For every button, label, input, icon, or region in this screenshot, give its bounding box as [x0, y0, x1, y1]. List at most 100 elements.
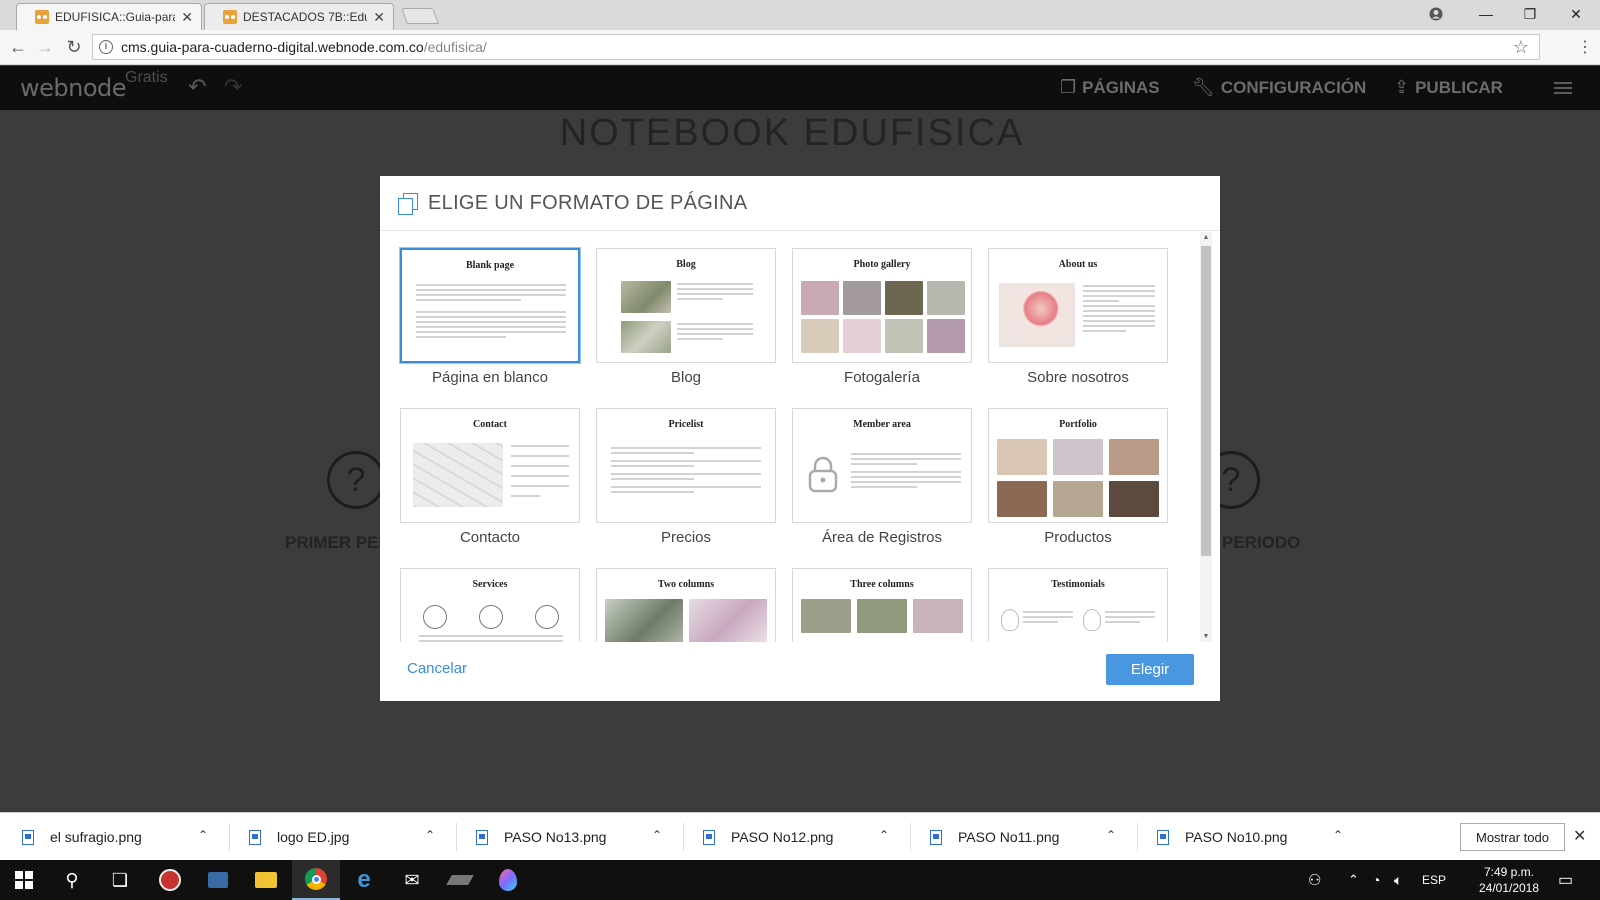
undo-icon[interactable]: ↶ [188, 74, 206, 100]
column-photo [801, 599, 851, 633]
people-icon[interactable]: ⚇ [1308, 860, 1321, 900]
format-preview: Contact [400, 408, 580, 523]
site-title[interactable]: NOTEBOOK EDUFISICA [0, 112, 1584, 155]
chevron-up-icon[interactable]: ⌃ [198, 828, 208, 842]
show-all-downloads-button[interactable]: Mostrar todo [1460, 823, 1565, 851]
close-icon[interactable]: ✕ [1573, 826, 1586, 846]
bookmark-star-icon[interactable]: ☆ [1513, 37, 1529, 58]
close-window-icon[interactable]: ✕ [1554, 0, 1598, 28]
download-item[interactable]: logo ED.jpg ⌃ [227, 813, 449, 861]
address-bar[interactable]: i cms.guia-para-cuaderno-digital.webnode… [92, 34, 1540, 60]
format-card-two-columns[interactable]: Two columns [596, 568, 776, 642]
internet-explorer-icon[interactable]: e [340, 860, 388, 900]
scroll-up-icon[interactable]: ▲ [1200, 234, 1212, 241]
format-list[interactable]: Blank page Página en blanco Blog Blog Ph… [380, 232, 1220, 642]
pages-menu-button[interactable]: ❐ PÁGINAS [1060, 77, 1160, 98]
clock-date: 24/01/2018 [1478, 881, 1540, 895]
chevron-up-icon[interactable]: ⌃ [1106, 828, 1116, 842]
app-device-icon[interactable] [436, 860, 484, 900]
download-item[interactable]: PASO No12.png ⌃ [681, 813, 903, 861]
format-preview: Services [400, 568, 580, 642]
scroll-down-icon[interactable]: ▼ [1200, 633, 1212, 640]
tab-edufisica[interactable]: EDUFISICA::Guia-para-cu ✕ [16, 3, 202, 30]
publish-menu-button[interactable]: ⇪ PUBLICAR [1394, 77, 1503, 98]
format-card-member[interactable]: Member area Área de Registros [792, 408, 972, 546]
chevron-up-icon[interactable]: ⌃ [1333, 828, 1343, 842]
settings-menu-button[interactable]: 🔧︎ CONFIGURACIÓN [1192, 77, 1366, 98]
notifications-icon[interactable]: ▭ [1558, 860, 1573, 900]
tab-destacados[interactable]: DESTACADOS 7B::Edufisi ✕ [204, 3, 394, 30]
volume-icon[interactable]: 🔈︎ [1394, 860, 1402, 900]
column-photo [913, 599, 963, 633]
gallery-photo [927, 281, 965, 315]
preview-title: Blank page [465, 260, 515, 271]
webnode-logo: webnode [20, 74, 127, 102]
start-button[interactable] [0, 860, 48, 900]
browser-menu-icon[interactable]: ⋮ [1573, 35, 1597, 59]
format-card-three-columns[interactable]: Three columns [792, 568, 972, 642]
format-card-blog[interactable]: Blog Blog [596, 248, 776, 386]
redo-icon[interactable]: ↷ [224, 74, 242, 100]
url-path: /edufisica/ [423, 39, 487, 55]
download-item[interactable]: PASO No13.png ⌃ [454, 813, 676, 861]
format-preview: About us [988, 248, 1168, 363]
dialog-scrollbar[interactable]: ▲ ▼ [1200, 232, 1212, 642]
about-photo [999, 283, 1075, 347]
new-tab-button[interactable] [401, 8, 439, 24]
forward-arrow-icon[interactable]: → [33, 35, 57, 59]
close-icon[interactable]: ✕ [181, 9, 193, 26]
download-item[interactable]: el sufragio.png ⌃ [0, 813, 222, 861]
second-period-label[interactable]: PERIODO [1222, 533, 1300, 553]
chevron-up-icon[interactable]: ⌃ [425, 828, 435, 842]
app-red-icon[interactable] [146, 860, 194, 900]
format-card-pricelist[interactable]: Pricelist Precios [596, 408, 776, 546]
text-lines [1023, 611, 1073, 626]
text-lines [416, 284, 566, 341]
hamburger-menu-icon[interactable] [1554, 82, 1572, 94]
format-card-gallery[interactable]: Photo gallery Fotogalería [792, 248, 972, 386]
format-card-testimonials[interactable]: Testimonials [988, 568, 1168, 642]
download-item[interactable]: PASO No11.png ⌃ [908, 813, 1130, 861]
chevron-up-icon[interactable]: ⌃ [1348, 860, 1359, 900]
language-indicator[interactable]: ESP [1422, 860, 1446, 900]
cancel-button[interactable]: Cancelar [407, 660, 467, 677]
scrollbar-thumb[interactable] [1201, 246, 1211, 556]
chrome-icon[interactable] [292, 860, 340, 900]
format-card-contact[interactable]: Contact Contacto [400, 408, 580, 546]
format-card-portfolio[interactable]: Portfolio Productos [988, 408, 1168, 546]
format-label: Área de Registros [821, 529, 943, 546]
site-info-icon[interactable]: i [99, 40, 113, 54]
download-item[interactable]: PASO No10.png ⌃ [1135, 813, 1357, 861]
clock-time: 7:49 p.m. [1483, 865, 1535, 879]
clock[interactable]: 7:49 p.m. 24/01/2018 [1474, 864, 1544, 896]
minimize-icon[interactable]: — [1464, 0, 1508, 28]
choose-button[interactable]: Elegir [1106, 654, 1194, 685]
back-arrow-icon[interactable]: ← [6, 35, 30, 59]
page-scrollbar[interactable] [1584, 110, 1600, 812]
format-card-about[interactable]: About us Sobre nosotros [988, 248, 1168, 386]
format-card-blank[interactable]: Blank page Página en blanco [400, 248, 580, 386]
chevron-up-icon[interactable]: ⌃ [652, 828, 662, 842]
reload-icon[interactable]: ↻ [62, 35, 86, 59]
download-shelf: el sufragio.png ⌃ logo ED.jpg ⌃ PASO No1… [0, 812, 1600, 860]
preview-title: Portfolio [1059, 419, 1097, 430]
task-view-icon[interactable]: ❏ [96, 860, 144, 900]
first-period-label[interactable]: PRIMER PER [285, 533, 391, 553]
format-preview: Three columns [792, 568, 972, 642]
publish-menu-label: PUBLICAR [1415, 77, 1503, 97]
search-icon[interactable]: ⚲ [48, 860, 96, 900]
paint-3d-icon[interactable] [484, 860, 532, 900]
download-filename: el sufragio.png [50, 829, 142, 845]
preview-title: Three columns [850, 579, 914, 590]
format-card-services[interactable]: Services [400, 568, 580, 642]
restore-icon[interactable]: ❐ [1508, 0, 1552, 28]
chevron-up-icon[interactable]: ⌃ [879, 828, 889, 842]
close-icon[interactable]: ✕ [373, 9, 385, 26]
file-explorer-icon[interactable] [242, 860, 290, 900]
gallery-photo [801, 281, 839, 315]
account-icon[interactable] [1414, 0, 1458, 28]
format-preview: Two columns [596, 568, 776, 642]
mail-icon[interactable]: ✉ [388, 860, 436, 900]
app-tools-icon[interactable] [194, 860, 242, 900]
wifi-icon[interactable]: ◔ [1372, 860, 1380, 900]
